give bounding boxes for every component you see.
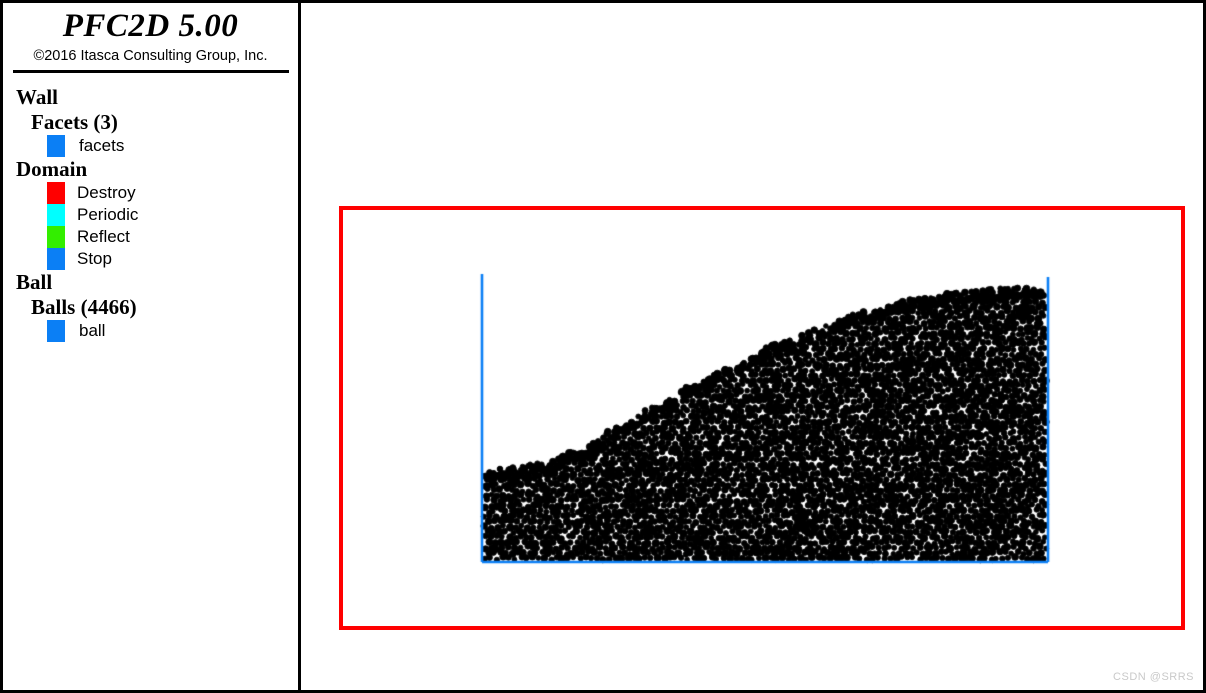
color-swatch-icon[interactable] [47,320,65,342]
legend-item-label: facets [79,136,125,155]
color-swatch-icon[interactable] [47,204,65,226]
legend-item-label: Stop [77,249,112,268]
page-title: PFC2D 5.00 [62,8,239,44]
legend-group-domain: Domain Destroy Periodic Reflect Stop [3,157,298,270]
legend-swatch-list: facets [3,135,298,157]
plot-area[interactable]: CSDN @SRRS [304,3,1203,690]
copyright-text: ©2016 Itasca Consulting Group, Inc. [33,48,268,64]
color-swatch-icon[interactable] [47,248,65,270]
legend-group-wall: Wall Facets (3) facets [3,85,298,157]
legend-item-periodic[interactable]: Periodic [3,204,298,226]
domain-boundary-box [339,206,1185,630]
legend-group-header[interactable]: Domain [3,157,298,182]
legend-group-header[interactable]: Ball [3,270,298,295]
legend-item-ball[interactable]: ball [3,320,298,342]
color-swatch-icon[interactable] [47,135,65,157]
legend-group-ball: Ball Balls (4466) ball [3,270,298,342]
legend-swatch-list: Destroy Periodic Reflect Stop [3,182,298,270]
legend-subgroup-header[interactable]: Balls (4466) [3,295,298,320]
legend-item-label: Destroy [77,183,136,202]
legend-item-reflect[interactable]: Reflect [3,226,298,248]
legend-item-stop[interactable]: Stop [3,248,298,270]
pfc2d-window: PFC2D 5.00 ©2016 Itasca Consulting Group… [0,0,1206,693]
title-block: PFC2D 5.00 ©2016 Itasca Consulting Group… [3,3,298,66]
color-swatch-icon[interactable] [47,226,65,248]
legend-item-label: ball [79,321,106,340]
legend-subgroup-header[interactable]: Facets (3) [3,110,298,135]
legend-item-label: Periodic [77,205,139,224]
color-swatch-icon[interactable] [47,182,65,204]
legend-tree: Wall Facets (3) facets Domain Destroy Periodi… [3,73,298,342]
legend-item-label: Reflect [77,227,130,246]
legend-swatch-list: ball [3,320,298,342]
legend-panel: PFC2D 5.00 ©2016 Itasca Consulting Group… [3,3,301,690]
legend-item-facets[interactable]: facets [3,135,298,157]
watermark-text: CSDN @SRRS [1113,671,1194,683]
legend-group-header[interactable]: Wall [3,85,298,110]
legend-item-destroy[interactable]: Destroy [3,182,298,204]
